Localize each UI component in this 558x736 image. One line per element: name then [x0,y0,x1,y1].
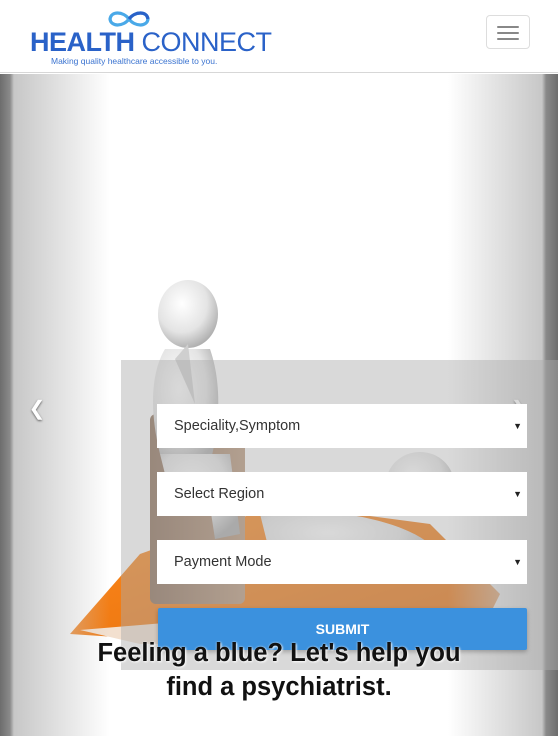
brand-logo[interactable]: HEALTH CONNECT Making quality healthcare… [30,10,272,68]
carousel-indicator-1[interactable] [241,706,251,716]
dropdown-arrow-icon: ▼ [513,421,522,431]
brand-name-part2: CONNECT [134,27,273,57]
hamburger-menu-icon [497,38,519,40]
dropdown-arrow-icon: ▼ [513,557,522,567]
slide-caption: Feeling a blue? Let's help you find a ps… [0,636,558,704]
carousel-prev-button[interactable]: ❮ [22,394,52,424]
speciality-select[interactable]: Speciality,Symptom ▼ [157,404,527,448]
navbar: HEALTH CONNECT Making quality healthcare… [0,0,558,73]
speciality-select-value: Speciality,Symptom [174,418,301,434]
slide-caption-line1: Feeling a blue? Let's help you [97,639,461,667]
carousel-indicator-2[interactable] [255,706,265,716]
carousel-indicator-3[interactable] [269,705,281,717]
region-select-value: Select Region [174,486,265,502]
hamburger-menu-icon [497,26,519,28]
brand-tagline: Making quality healthcare accessible to … [51,56,218,66]
infinity-logo-icon [108,11,150,27]
payment-mode-select[interactable]: Payment Mode ▼ [157,540,527,584]
hamburger-menu-icon [497,32,519,34]
chevron-left-icon: ❮ [28,398,46,420]
navbar-toggle-button[interactable] [486,15,530,49]
payment-mode-select-value: Payment Mode [174,554,272,570]
dropdown-arrow-icon: ▼ [513,489,522,499]
carousel-indicator-5[interactable] [299,706,309,716]
search-form-panel: Speciality,Symptom ▼ Select Region ▼ Pay… [121,360,558,670]
hero-carousel: ❮ ❯ Speciality,Symptom ▼ Select Region ▼… [0,74,558,736]
slide-caption-line2: find a psychiatrist. [166,673,392,701]
brand-name-part1: HEALTH [30,27,135,57]
carousel-indicator-4[interactable] [285,706,295,716]
carousel-indicators [241,705,309,717]
brand-name: HEALTH CONNECT [30,27,272,58]
region-select[interactable]: Select Region ▼ [157,472,527,516]
